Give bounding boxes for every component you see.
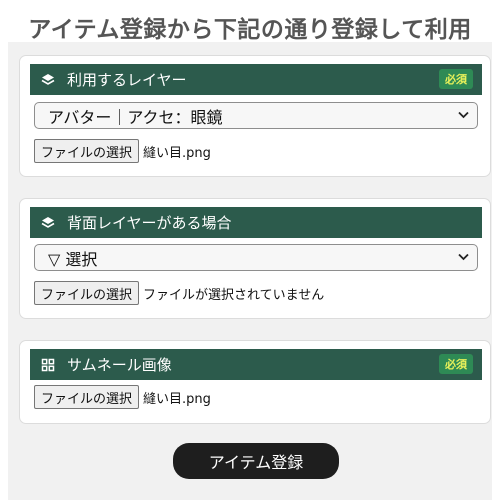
section-label: 背面レイヤーがある場合 [67,214,232,232]
file-input: ファイルの選択 縫い目.png [34,385,211,409]
layers-icon [41,216,55,228]
selected-file-name: 縫い目.png [143,391,211,407]
thumbnail-section-header: サムネール画像 必須 [30,349,482,380]
back-layer-select-value: ▽ 選択 [48,249,98,269]
section-label: サムネール画像 [67,356,172,374]
selected-file-name: 縫い目.png [143,145,211,161]
back-layer-section-header: 背面レイヤーがある場合 [30,207,482,238]
layer-section-header: 利用するレイヤー 必須 [30,64,482,95]
required-badge: 必須 [439,69,473,89]
layer-select-value: アバター｜アクセ：眼鏡 [48,107,223,127]
layer-section-card: 利用するレイヤー 必須 アバター｜アクセ：眼鏡 ファイルの選択 縫い目.png [19,55,491,177]
choose-file-button[interactable]: ファイルの選択 [34,385,140,409]
required-badge: 必須 [439,354,473,374]
selected-file-name: ファイルが選択されていません [143,287,325,303]
page-title: アイテム登録から下記の通り登録して利用 [28,17,472,43]
section-label: 利用するレイヤー [67,71,187,89]
back-layer-section-card: 背面レイヤーがある場合 ▽ 選択 ファイルの選択 ファイルが選択されていません [19,198,491,319]
grid-icon [41,358,55,371]
register-item-button[interactable]: アイテム登録 [173,443,339,479]
back-layer-select[interactable]: ▽ 選択 [34,244,478,271]
layer-select[interactable]: アバター｜アクセ：眼鏡 [34,102,478,129]
chevron-down-icon [458,253,469,261]
chevron-down-icon [458,111,469,119]
choose-file-button[interactable]: ファイルの選択 [34,281,140,305]
thumbnail-section-card: サムネール画像 必須 ファイルの選択 縫い目.png [19,340,491,424]
file-input: ファイルの選択 縫い目.png [34,139,211,163]
file-input: ファイルの選択 ファイルが選択されていません [34,281,324,305]
layers-icon [41,73,55,85]
choose-file-button[interactable]: ファイルの選択 [34,139,140,163]
